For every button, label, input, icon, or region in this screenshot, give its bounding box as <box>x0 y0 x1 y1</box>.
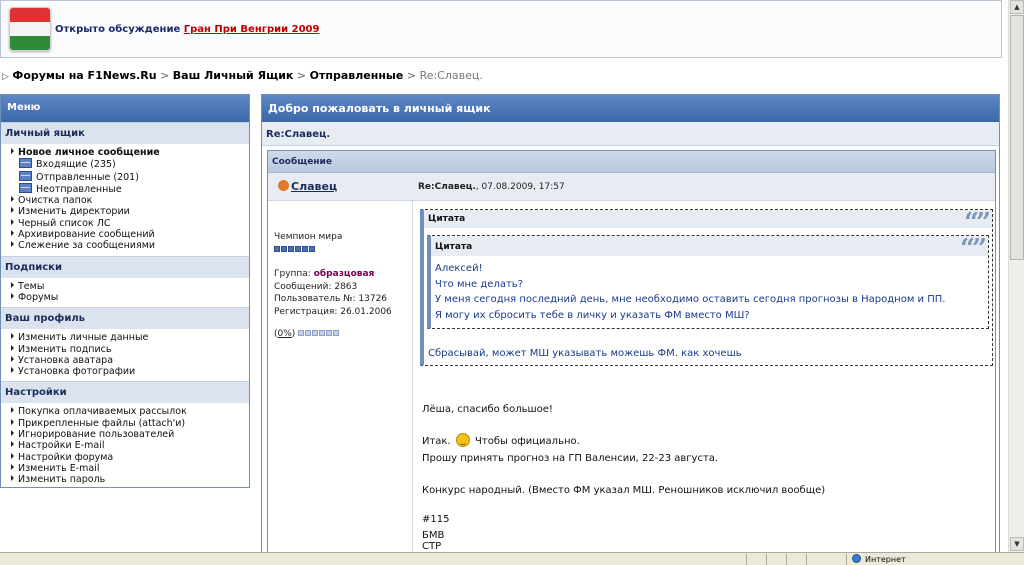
folder-icon <box>19 182 32 193</box>
message-box: Сообщение Славец Re:Славец., 07.08.2009,… <box>267 150 996 555</box>
author-link[interactable]: Славец <box>278 180 337 193</box>
section-mailbox: Личный ящик <box>1 122 249 144</box>
quote-outer-header: Цитата “” <box>424 208 992 238</box>
menu-photo[interactable]: Установка фотографии <box>11 366 249 377</box>
post-date: Re:Славец., 07.08.2009, 17:57 <box>418 182 565 192</box>
menu-attachments[interactable]: Прикрепленные файлы (attach'и) <box>11 418 249 429</box>
announcement-text: Открыто обсуждение Гран При Венгрии 2009 <box>55 24 320 35</box>
scroll-down-icon[interactable]: ▼ <box>1010 537 1024 551</box>
menu-new-message[interactable]: Новое личное сообщение <box>11 147 249 158</box>
user-rank: Чемпион мира <box>274 232 343 242</box>
mailbox-content: Добро пожаловать в личный ящик Re:Славец… <box>261 94 1000 556</box>
announcement-banner: Открыто обсуждение Гран При Венгрии 2009 <box>0 0 1002 58</box>
breadcrumb-current: Re:Славец. <box>419 69 483 82</box>
scrollbar-thumb[interactable] <box>1010 15 1024 260</box>
globe-icon <box>852 554 861 563</box>
user-group: Группа: образцовая <box>274 269 375 279</box>
message-subject: Re:Славец. <box>262 122 999 146</box>
content-title: Добро пожаловать в личный ящик <box>262 95 999 122</box>
user-icon <box>278 180 289 191</box>
menu-sent[interactable]: Отправленные (201) <box>11 170 249 183</box>
breadcrumb-forums[interactable]: Форумы на F1News.Ru <box>12 69 156 82</box>
menu-unsent[interactable]: Неотправленные <box>11 182 249 195</box>
message-header: Сообщение <box>268 151 995 173</box>
announcement-link[interactable]: Гран При Венгрии 2009 <box>184 24 320 35</box>
user-progress[interactable]: (0%) <box>274 328 406 341</box>
section-profile: Ваш профиль <box>1 307 249 330</box>
menu-title: Меню <box>1 95 249 122</box>
breadcrumb-arrow-icon: ▷ <box>2 72 9 82</box>
security-zone: Интернет <box>852 554 906 564</box>
user-info: Чемпион мира Группа: образцовая Сообщени… <box>274 231 406 341</box>
user-posts: Сообщений: 2863 <box>274 281 358 292</box>
quote-outer: Цитата “” Цитата “” Алексей! Что мне делат… <box>420 208 993 366</box>
menu-change-email[interactable]: Изменить E-mail <box>11 463 249 474</box>
menu-inbox[interactable]: Входящие (235) <box>11 158 249 170</box>
browser-statusbar: Интернет <box>0 552 1024 565</box>
quote-inner-header: Цитата “” <box>431 234 988 264</box>
quote-inner: Цитата “” Алексей! Что мне делать? У меня… <box>427 234 989 329</box>
scroll-up-icon[interactable]: ▲ <box>1010 0 1024 14</box>
menu-personal-data[interactable]: Изменить личные данные <box>11 332 249 343</box>
sidebar-menu: Меню Личный ящик Новое личное сообщение … <box>0 94 250 488</box>
section-subscriptions: Подписки <box>1 255 249 278</box>
quote-inner-text: Алексей! Что мне делать? У меня сегодня … <box>435 263 946 321</box>
flag-hungary-icon <box>9 7 51 51</box>
menu-ignore-users[interactable]: Игнорирование пользователей <box>11 429 249 440</box>
menu-signature[interactable]: Изменить подпись <box>11 344 249 355</box>
section-settings: Настройки <box>1 381 249 404</box>
quote-outer-text: Сбрасывай, может МШ указывать можешь ФМ.… <box>428 348 742 359</box>
menu-archive[interactable]: Архивирование сообщений <box>11 229 249 240</box>
page-scrollbar[interactable]: ▲ ▼ <box>1008 0 1024 552</box>
menu-blacklist[interactable]: Черный список ЛС <box>11 218 249 229</box>
menu-tracking[interactable]: Слежение за сообщениями <box>11 240 249 251</box>
rank-squares <box>274 244 316 257</box>
folder-icon <box>19 158 32 169</box>
breadcrumb-sent[interactable]: Отправленные <box>310 69 404 82</box>
user-registered: Регистрация: 26.01.2006 <box>274 306 392 317</box>
menu-paid-mailings[interactable]: Покупка оплачиваемых рассылок <box>11 406 249 417</box>
menu-avatar[interactable]: Установка аватара <box>11 355 249 366</box>
smile-icon <box>455 433 470 447</box>
menu-topics[interactable]: Темы <box>11 281 249 292</box>
menu-forum-settings[interactable]: Настройки форума <box>11 452 249 463</box>
breadcrumb-mailbox[interactable]: Ваш Личный Ящик <box>173 69 294 82</box>
menu-change-password[interactable]: Изменить пароль <box>11 474 249 485</box>
folder-icon <box>19 170 32 181</box>
breadcrumb: ▷ Форумы на F1News.Ru > Ваш Личный Ящик … <box>2 69 483 82</box>
user-number: Пользователь №: 13726 <box>274 294 388 304</box>
menu-change-dirs[interactable]: Изменить директории <box>11 206 249 217</box>
author-row: Славец Re:Славец., 07.08.2009, 17:57 <box>268 173 995 201</box>
quote-marks-icon: “” <box>960 234 987 264</box>
menu-clean-folders[interactable]: Очистка папок <box>11 195 249 206</box>
menu-email-settings[interactable]: Настройки E-mail <box>11 440 249 451</box>
menu-forums[interactable]: Форумы <box>11 292 249 303</box>
post-body: Лёша, спасибо большое! Итак. Чтобы офици… <box>422 404 826 552</box>
